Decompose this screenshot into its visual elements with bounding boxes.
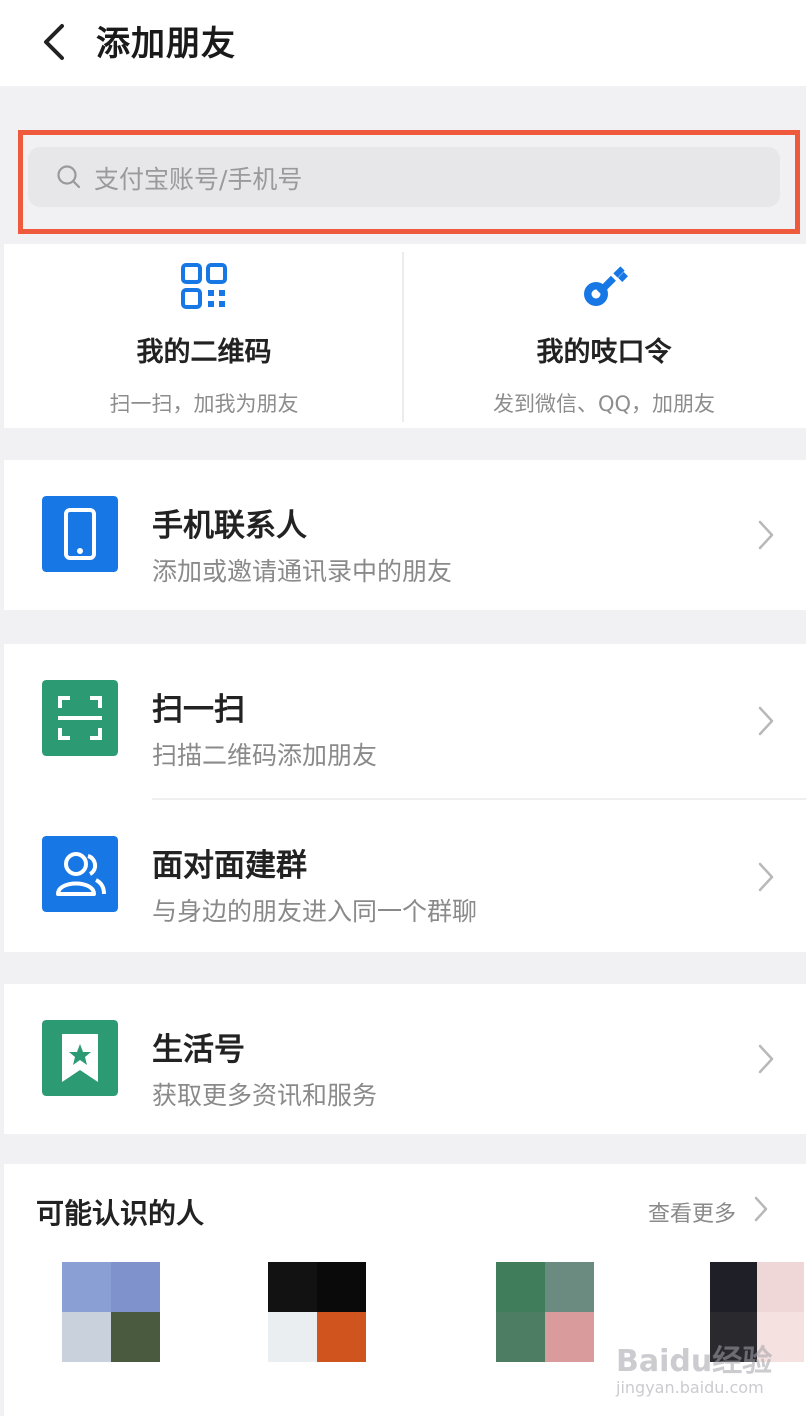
section-title: 可能认识的人 [36,1197,205,1230]
scan-subtitle: 扫描二维码添加朋友 [152,741,378,770]
avatar[interactable] [62,1262,160,1362]
scan-title: 扫一扫 [152,692,245,728]
watermark-logo: Baidu经验 [616,1344,773,1379]
back-button[interactable] [36,20,76,64]
phone-contacts-row[interactable]: 手机联系人 添加或邀请通讯录中的朋友 [4,460,806,610]
phone-contacts-title: 手机联系人 [152,508,307,544]
watermark-url: jingyan.baidu.com [616,1378,764,1397]
row-divider [152,798,806,800]
avatar[interactable] [268,1262,366,1362]
life-account-title: 生活号 [152,1032,245,1068]
phone-icon [42,496,118,572]
my-qr-code-subtitle: 扫一扫，加我为朋友 [109,392,299,416]
my-alipay-code-title: 我的吱口令 [536,337,672,368]
search-placeholder: 支付宝账号/手机号 [94,165,303,194]
quick-actions-divider [402,252,404,422]
avatar[interactable] [496,1262,594,1362]
my-alipay-code-subtitle: 发到微信、QQ，加朋友 [492,392,716,416]
my-qr-code-title: 我的二维码 [136,337,272,368]
key-icon [584,266,628,306]
chevron-right-icon [758,520,774,550]
chevron-right-icon [754,1196,768,1222]
bookmark-star-icon [42,1020,118,1096]
scan-icon [42,680,118,756]
chevron-left-icon [44,24,64,60]
chevron-right-icon [758,1044,774,1074]
chevron-right-icon [758,706,774,736]
page-title: 添加朋友 [96,24,236,64]
see-more-label: 查看更多 [648,1202,737,1227]
qr-code-icon [181,263,227,309]
face-to-face-group-subtitle: 与身边的朋友进入同一个群聊 [152,897,478,926]
chevron-right-icon [758,862,774,892]
header-bar: 添加朋友 [0,0,806,86]
search-icon [57,165,81,189]
scan-group-card: 扫一扫 扫描二维码添加朋友 面对面建群 与身边的朋友进入同一个群聊 [4,644,806,952]
group-icon [42,836,118,912]
life-account-subtitle: 获取更多资讯和服务 [152,1081,378,1110]
face-to-face-group-title: 面对面建群 [152,848,307,884]
life-account-row[interactable]: 生活号 获取更多资讯和服务 [4,984,806,1134]
phone-contacts-subtitle: 添加或邀请通讯录中的朋友 [152,557,453,586]
